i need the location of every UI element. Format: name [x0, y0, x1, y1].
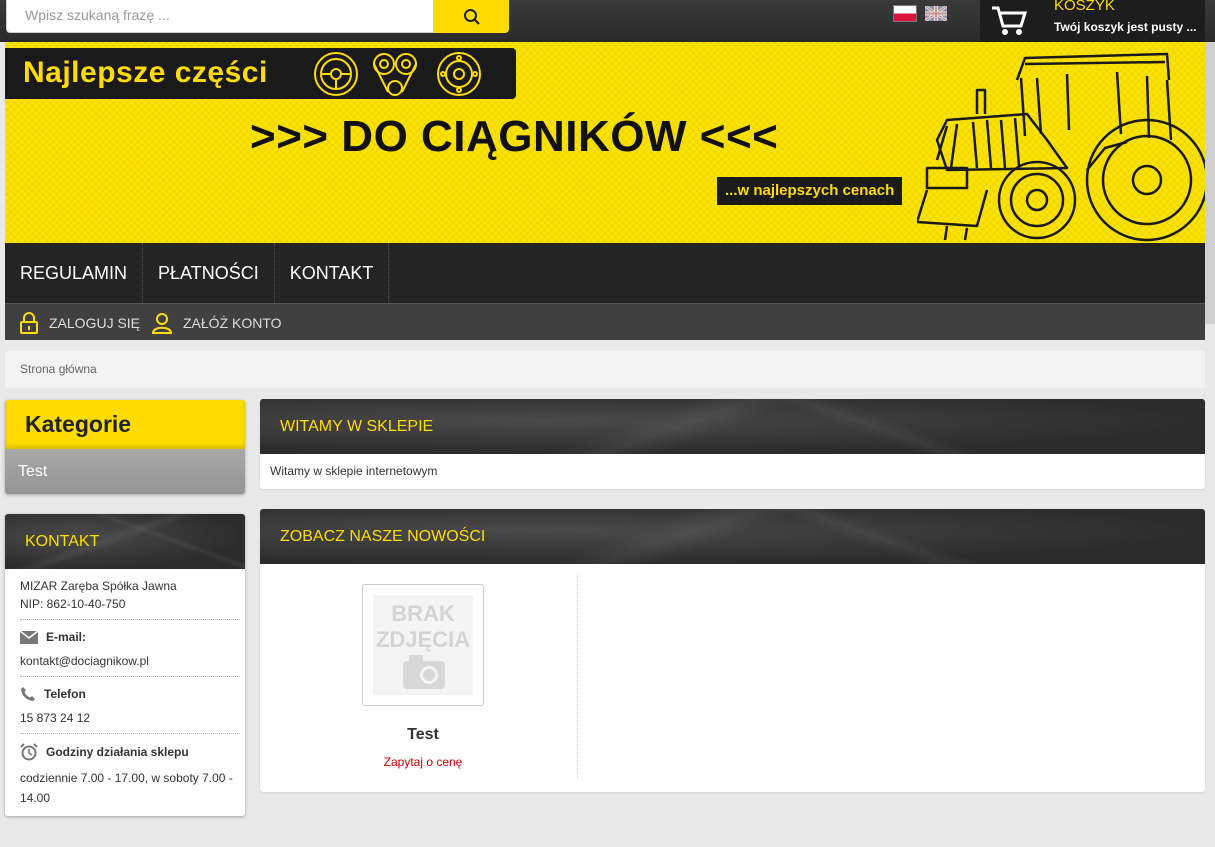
- en-flag-icon[interactable]: [925, 6, 947, 21]
- company-nip: NIP: 862-10-40-750: [20, 597, 126, 611]
- search-button[interactable]: [434, 0, 509, 33]
- account-bar: ZALOGUJ SIĘ ZAŁÓŻ KONTO: [5, 303, 1205, 340]
- welcome-panel: WITAMY W SKLEPIE Witamy w sklepie intern…: [260, 399, 1205, 489]
- scroll-strip: [1205, 42, 1215, 324]
- hours-label: Godziny działania sklepu: [46, 745, 189, 759]
- welcome-text: Witamy w sklepie internetowym: [270, 464, 438, 478]
- login-link[interactable]: ZALOGUJ SIĘ: [19, 304, 140, 341]
- search-icon: [463, 8, 480, 25]
- phone-value[interactable]: 15 873 24 12: [20, 709, 240, 727]
- nav-item-kontakt[interactable]: KONTAKT: [275, 243, 390, 303]
- pl-flag-icon[interactable]: [894, 6, 916, 21]
- banner-topbox: Najlepsze części: [5, 48, 516, 99]
- news-panel: ZOBACZ NASZE NOWOŚCI BRAK ZDJĘCIA Test Z…: [260, 509, 1205, 792]
- lock-icon: [20, 311, 38, 334]
- header-banner[interactable]: Najlepsze części >>> DO CIĄGNIKÓW <<< ..…: [5, 42, 1205, 243]
- nav-item-regulamin[interactable]: REGULAMIN: [5, 243, 144, 303]
- welcome-title: WITAMY W SKLEPIE: [260, 399, 1205, 454]
- top-bar: Wpisz szukaną frazę ... KOSZYK Twój kosz…: [0, 0, 1215, 42]
- main-nav: REGULAMIN PŁATNOŚCI KONTAKT: [5, 243, 1205, 303]
- svg-text:BRAK: BRAK: [391, 601, 455, 626]
- user-icon: [151, 312, 173, 334]
- cart-icon: [992, 6, 1028, 35]
- product-name[interactable]: Test: [260, 726, 586, 744]
- alarm-clock-icon: [20, 743, 38, 761]
- phone-label: Telefon: [44, 687, 86, 701]
- login-label: ZALOGUJ SIĘ: [49, 314, 141, 331]
- svg-text:ZDJĘCIA: ZDJĘCIA: [376, 627, 470, 652]
- company-name: MIZAR Zaręba Spółka Jawna: [20, 579, 177, 593]
- hours-value: codziennie 7.00 - 17.00, w soboty 7.00 -…: [20, 771, 233, 805]
- product-price-ask[interactable]: Zapytaj o cenę: [260, 755, 586, 769]
- contact-box: KONTAKT MIZAR Zaręba Spółka Jawna NIP: 8…: [5, 514, 245, 816]
- email-label: E-mail:: [46, 630, 87, 644]
- parts-icons: [314, 52, 481, 96]
- news-title: ZOBACZ NASZE NOWOŚCI: [260, 509, 1205, 564]
- search-input[interactable]: Wpisz szukaną frazę ...: [6, 0, 434, 33]
- email-value[interactable]: kontakt@dociagnikow.pl: [20, 652, 240, 670]
- contact-title: KONTAKT: [5, 514, 245, 569]
- banner-top-text: Najlepsze części: [23, 56, 268, 89]
- categories-title: Kategorie: [5, 400, 245, 449]
- banner-sub-text: ...w najlepszych cenach: [717, 177, 903, 205]
- cart-status: Twój koszyk jest pusty ...: [1054, 20, 1197, 34]
- cart-title: KOSZYK: [1054, 0, 1115, 14]
- phone-icon: [21, 687, 35, 701]
- register-link[interactable]: ZAŁÓŻ KONTO: [151, 304, 282, 341]
- categories-box: Kategorie Test: [5, 400, 245, 494]
- product-image[interactable]: BRAK ZDJĘCIA: [362, 584, 484, 706]
- category-item[interactable]: Test: [5, 449, 245, 494]
- envelope-icon: [20, 630, 38, 644]
- product-card[interactable]: BRAK ZDJĘCIA Test Zapytaj o cenę: [260, 574, 578, 779]
- breadcrumb: Strona główna: [5, 351, 1205, 388]
- no-photo-placeholder-icon: BRAK ZDJĘCIA: [373, 595, 473, 695]
- cart-widget[interactable]: KOSZYK Twój koszyk jest pusty ...: [980, 0, 1205, 42]
- register-label: ZAŁÓŻ KONTO: [183, 314, 282, 331]
- breadcrumb-home[interactable]: Strona główna: [20, 362, 97, 376]
- tractor-illustration: [917, 52, 1205, 242]
- nav-item-platnosci[interactable]: PŁATNOŚCI: [143, 243, 275, 303]
- banner-main-text: >>> DO CIĄGNIKÓW <<<: [250, 112, 779, 161]
